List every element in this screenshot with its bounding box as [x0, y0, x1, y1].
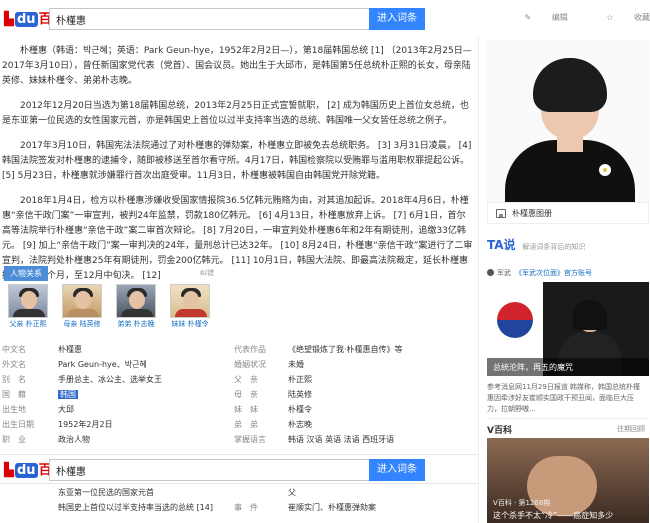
- relation-photo: [170, 284, 210, 318]
- table-row: 出生日期 1952年2月2日 弟 弟朴志晚: [2, 420, 312, 429]
- table-row: 外文名 Park Geun-hye、박근혜 婚姻状况 未婚: [2, 360, 304, 369]
- source-avatar-icon: [487, 269, 494, 276]
- edit-icon: ✎: [524, 13, 534, 22]
- relation-photo: [116, 284, 156, 318]
- vbaike-video[interactable]: V百科 · 第1268期 这个杀手不太“冷”——癌症知多少: [487, 438, 649, 523]
- past-episodes-link[interactable]: 往期回顾: [617, 424, 645, 434]
- ta-summary: 参考消息网11月29日报道 韩媒称，韩国总统朴槿惠因牵涉好友崔顺实国政干预丑闻，…: [487, 383, 641, 413]
- table-row: 出生地 大邱 妹 妹朴槿令: [2, 405, 312, 414]
- relation-item[interactable]: 父亲 朴正熙: [4, 284, 52, 329]
- relation-item[interactable]: 母亲 陆英修: [58, 284, 106, 329]
- relation-photo: [62, 284, 102, 318]
- summary-paragraph-3: 2017年3月10日，韩国宪法法院通过了对朴槿惠的弹劾案，朴槿惠立即被免去总统职…: [2, 141, 472, 181]
- basic-info-table: 中文名 朴槿惠 代表作品 《绝望锻炼了我·朴槿惠自传》等 外文名 Park Geun-…: [0, 342, 478, 447]
- logo-paw-icon: ▙: [4, 463, 14, 478]
- table-row: 韩国史上首位以过半支持率当选的总统 [14] 事 件崔顺实门、朴槿惠弹劾案: [58, 503, 376, 512]
- image-icon: [496, 209, 506, 218]
- table-row: 别 名手册总主、冰公主、选举女王 父 亲朴正熙: [2, 375, 312, 384]
- ta-article-image[interactable]: 总统沦阵，再五的魔咒: [487, 282, 649, 376]
- table-row: 国 籍韩国 母 亲陆英修: [2, 390, 312, 399]
- table-row: 东亚第一位民选的国家元首 父: [58, 488, 296, 497]
- collect-link[interactable]: ☆ 收藏: [588, 13, 650, 22]
- table-row: 中文名 朴槿惠 代表作品 《绝望锻炼了我·朴槿惠自传》等: [2, 345, 403, 354]
- ta-caption: 总统沦阵，再五的魔咒: [487, 358, 649, 376]
- ta-logo: TA说: [487, 238, 516, 252]
- logo-paw-icon: ▙: [4, 12, 14, 27]
- relation-photo: [8, 284, 48, 318]
- vbaike-logo: V百科: [487, 426, 512, 436]
- top-bar: ▙du百科 进入词条 ✎ 编辑 ☆ 收藏: [0, 0, 650, 36]
- table-row: 职 业政治人物 掌握语言 韩语 汉语 英语 法语 西班牙语: [2, 435, 395, 444]
- nationality-link[interactable]: 韩国: [58, 390, 78, 399]
- sticky-search-bar: ▙du百科 进入词条: [0, 454, 478, 484]
- edit-link[interactable]: ✎ 编辑: [506, 13, 567, 22]
- relation-item[interactable]: 妹妹 朴槿令: [166, 284, 214, 329]
- relation-item[interactable]: 弟弟 朴志晚: [112, 284, 160, 329]
- basic-info-table-continued: 东亚第一位民选的国家元首 父 韩国史上首位以过半支持率当选的总统 [14] 事 …: [0, 485, 478, 515]
- star-icon: ☆: [606, 13, 616, 22]
- summary-paragraph-2: 2012年12月20日当选为第18届韩国总统，2013年2月25日正式宣誓就职，…: [2, 101, 469, 126]
- enter-entry-button[interactable]: 进入词条: [369, 459, 425, 481]
- ta-source[interactable]: 军武 《军武次位面》官方账号: [487, 268, 592, 278]
- portrait-image[interactable]: [487, 40, 649, 202]
- top-actions: ✎ 编辑 ☆ 收藏: [488, 12, 650, 23]
- summary-paragraph-1: 朴槿惠（韩语：박근혜；英语：Park Geun-hye，1952年2月2日—），…: [2, 46, 472, 86]
- main-content: 朴槿惠（韩语：박근혜；英语：Park Geun-hye，1952年2月2日—），…: [0, 36, 478, 294]
- relations-header: 人物关系 纠错: [4, 266, 214, 281]
- enter-entry-button[interactable]: 进入词条: [369, 8, 425, 30]
- vbaike-header: V百科 往期回顾: [487, 418, 649, 436]
- correction-link[interactable]: 纠错: [200, 268, 214, 278]
- album-link[interactable]: 朴槿惠图册: [487, 202, 649, 224]
- sidebar: 朴槿惠图册 TA说 解读词条背后的知识 军武 《军武次位面》官方账号 总统沦阵，再…: [478, 36, 650, 523]
- search-input[interactable]: [49, 459, 369, 481]
- relations-list: 父亲 朴正熙 母亲 陆英修 弟弟 朴志晚 妹妹 朴槿令: [4, 284, 234, 332]
- ta-section-header: TA说 解读词条背后的知识: [487, 238, 586, 252]
- search-input[interactable]: [49, 8, 369, 30]
- relations-tab[interactable]: 人物关系: [4, 266, 48, 281]
